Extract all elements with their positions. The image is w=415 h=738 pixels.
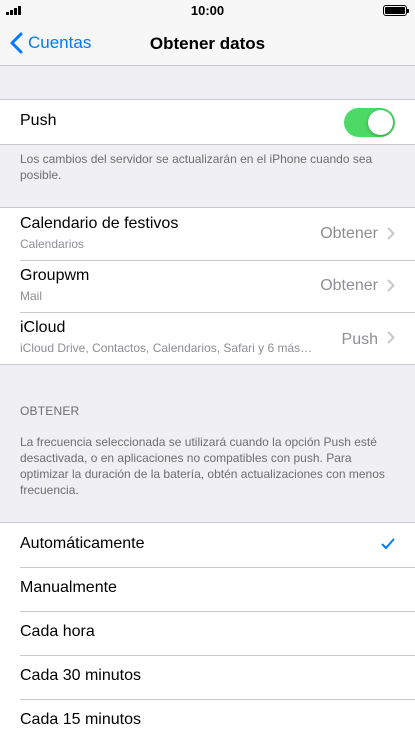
fetch-options-group: Automáticamente Manualmente Cada hora Ca… <box>0 522 415 738</box>
fetch-option-30-minutes[interactable]: Cada 30 minutos <box>0 655 415 699</box>
option-label: Manualmente <box>20 579 117 596</box>
checkmark-icon <box>381 538 395 549</box>
fetch-option-automatic[interactable]: Automáticamente <box>0 523 415 567</box>
battery-icon <box>383 5 409 16</box>
status-time: 10:00 <box>190 3 225 18</box>
account-row-holiday-calendar[interactable]: Calendario de festivos Calendarios Obten… <box>0 208 415 260</box>
account-subtitle: Calendarios <box>20 237 85 251</box>
account-fetch-mode: Push <box>341 331 378 348</box>
toggle-knob <box>368 110 393 135</box>
account-fetch-mode: Obtener <box>320 277 378 294</box>
fetch-section-header: OBTENER <box>20 404 80 418</box>
fetch-option-15-minutes[interactable]: Cada 15 minutos <box>0 699 415 738</box>
fetch-footnote: La frecuencia seleccionada se utilizará … <box>20 435 385 497</box>
navigation-bar: Cuentas Obtener datos <box>0 22 415 66</box>
status-bar: 10:00 <box>0 0 415 22</box>
push-label: Push <box>20 112 57 129</box>
account-name: Groupwm <box>20 267 90 284</box>
push-group: Push <box>0 99 415 145</box>
account-name: Calendario de festivos <box>20 215 179 232</box>
account-fetch-mode: Obtener <box>320 225 378 242</box>
fetch-option-hourly[interactable]: Cada hora <box>0 611 415 655</box>
account-row-icloud[interactable]: iCloud iCloud Drive, Contactos, Calendar… <box>0 312 415 364</box>
push-toggle[interactable] <box>344 108 395 137</box>
account-subtitle: iCloud Drive, Contactos, Calendarios, Sa… <box>20 341 313 355</box>
option-label: Cada 30 minutos <box>20 667 141 684</box>
account-row-groupwm[interactable]: Groupwm Mail Obtener <box>0 260 415 312</box>
page-title: Obtener datos <box>149 34 266 53</box>
push-footnote: Los cambios del servidor se actualizarán… <box>20 152 373 182</box>
option-label: Cada hora <box>20 623 95 640</box>
account-subtitle: Mail <box>20 289 43 303</box>
push-row: Push <box>0 100 415 144</box>
accounts-group: Calendario de festivos Calendarios Obten… <box>0 207 415 365</box>
account-name: iCloud <box>20 319 66 336</box>
fetch-option-manual[interactable]: Manualmente <box>0 567 415 611</box>
chevron-right-icon <box>387 331 395 344</box>
chevron-right-icon <box>387 227 395 240</box>
option-label: Cada 15 minutos <box>20 711 141 728</box>
chevron-right-icon <box>387 279 395 292</box>
option-label: Automáticamente <box>20 535 145 552</box>
